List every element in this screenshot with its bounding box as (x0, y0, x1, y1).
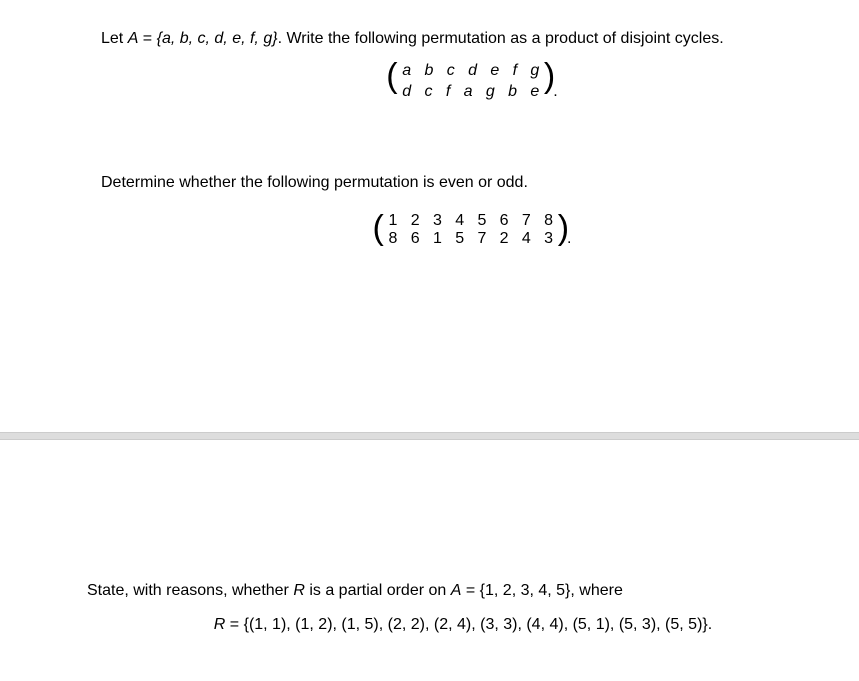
r-label: R (293, 582, 305, 599)
text-suffix: . Write the following permutation as a p… (278, 30, 724, 47)
p3-prefix: State, with reasons, whether (87, 582, 293, 599)
set-label: A (128, 30, 139, 47)
r-set: {(1, 1), (1, 2), (1, 5), (2, 2), (2, 4),… (244, 616, 713, 633)
left-paren-icon: ( (386, 56, 397, 96)
left-paren-icon: ( (373, 208, 384, 248)
p3-mid: is a partial order on (305, 582, 451, 599)
problem2-prompt: Determine whether the following permutat… (101, 174, 528, 191)
r-eq-sign: = (225, 616, 243, 633)
p3-suffix: , where (570, 582, 622, 599)
section-divider (0, 432, 859, 440)
matrix1-row-top: a b c d e f g (402, 60, 539, 82)
right-paren-icon: ) (558, 208, 569, 248)
permutation-matrix-2: ( 1 2 3 4 5 6 7 8 8 6 1 5 7 2 4 3 ) (379, 210, 564, 250)
a-label: A (451, 582, 462, 599)
problem2-text: Determine whether the following permutat… (101, 172, 849, 194)
matrix1-row-bottom: d c f a g b e (402, 81, 539, 103)
p3-eq: = (461, 582, 479, 599)
matrix1-container: ( a b c d e f g d c f a g b e ) . (101, 58, 849, 105)
page: Let A = {a, b, c, d, e, f, g}. Write the… (0, 0, 859, 681)
a-set: {1, 2, 3, 4, 5} (480, 582, 571, 599)
permutation-matrix-1: ( a b c d e f g d c f a g b e ) (392, 58, 549, 105)
text-prefix: Let (101, 30, 128, 47)
problem3-text: State, with reasons, whether R is a part… (87, 580, 839, 602)
matrix2-container: ( 1 2 3 4 5 6 7 8 8 6 1 5 7 2 4 3 ) . (101, 210, 849, 250)
matrix2-row-top: 1 2 3 4 5 6 7 8 (389, 212, 554, 230)
right-paren-icon: ) (544, 56, 555, 96)
set-value: {a, b, c, d, e, f, g} (157, 30, 278, 47)
matrix2-row-bottom: 8 6 1 5 7 2 4 3 (389, 230, 554, 248)
relation-definition: R = {(1, 1), (1, 2), (1, 5), (2, 2), (2,… (87, 614, 839, 636)
problem1-text: Let A = {a, b, c, d, e, f, g}. Write the… (101, 28, 849, 105)
r-eq-label: R (214, 616, 226, 633)
eq-sign: = (138, 30, 156, 47)
